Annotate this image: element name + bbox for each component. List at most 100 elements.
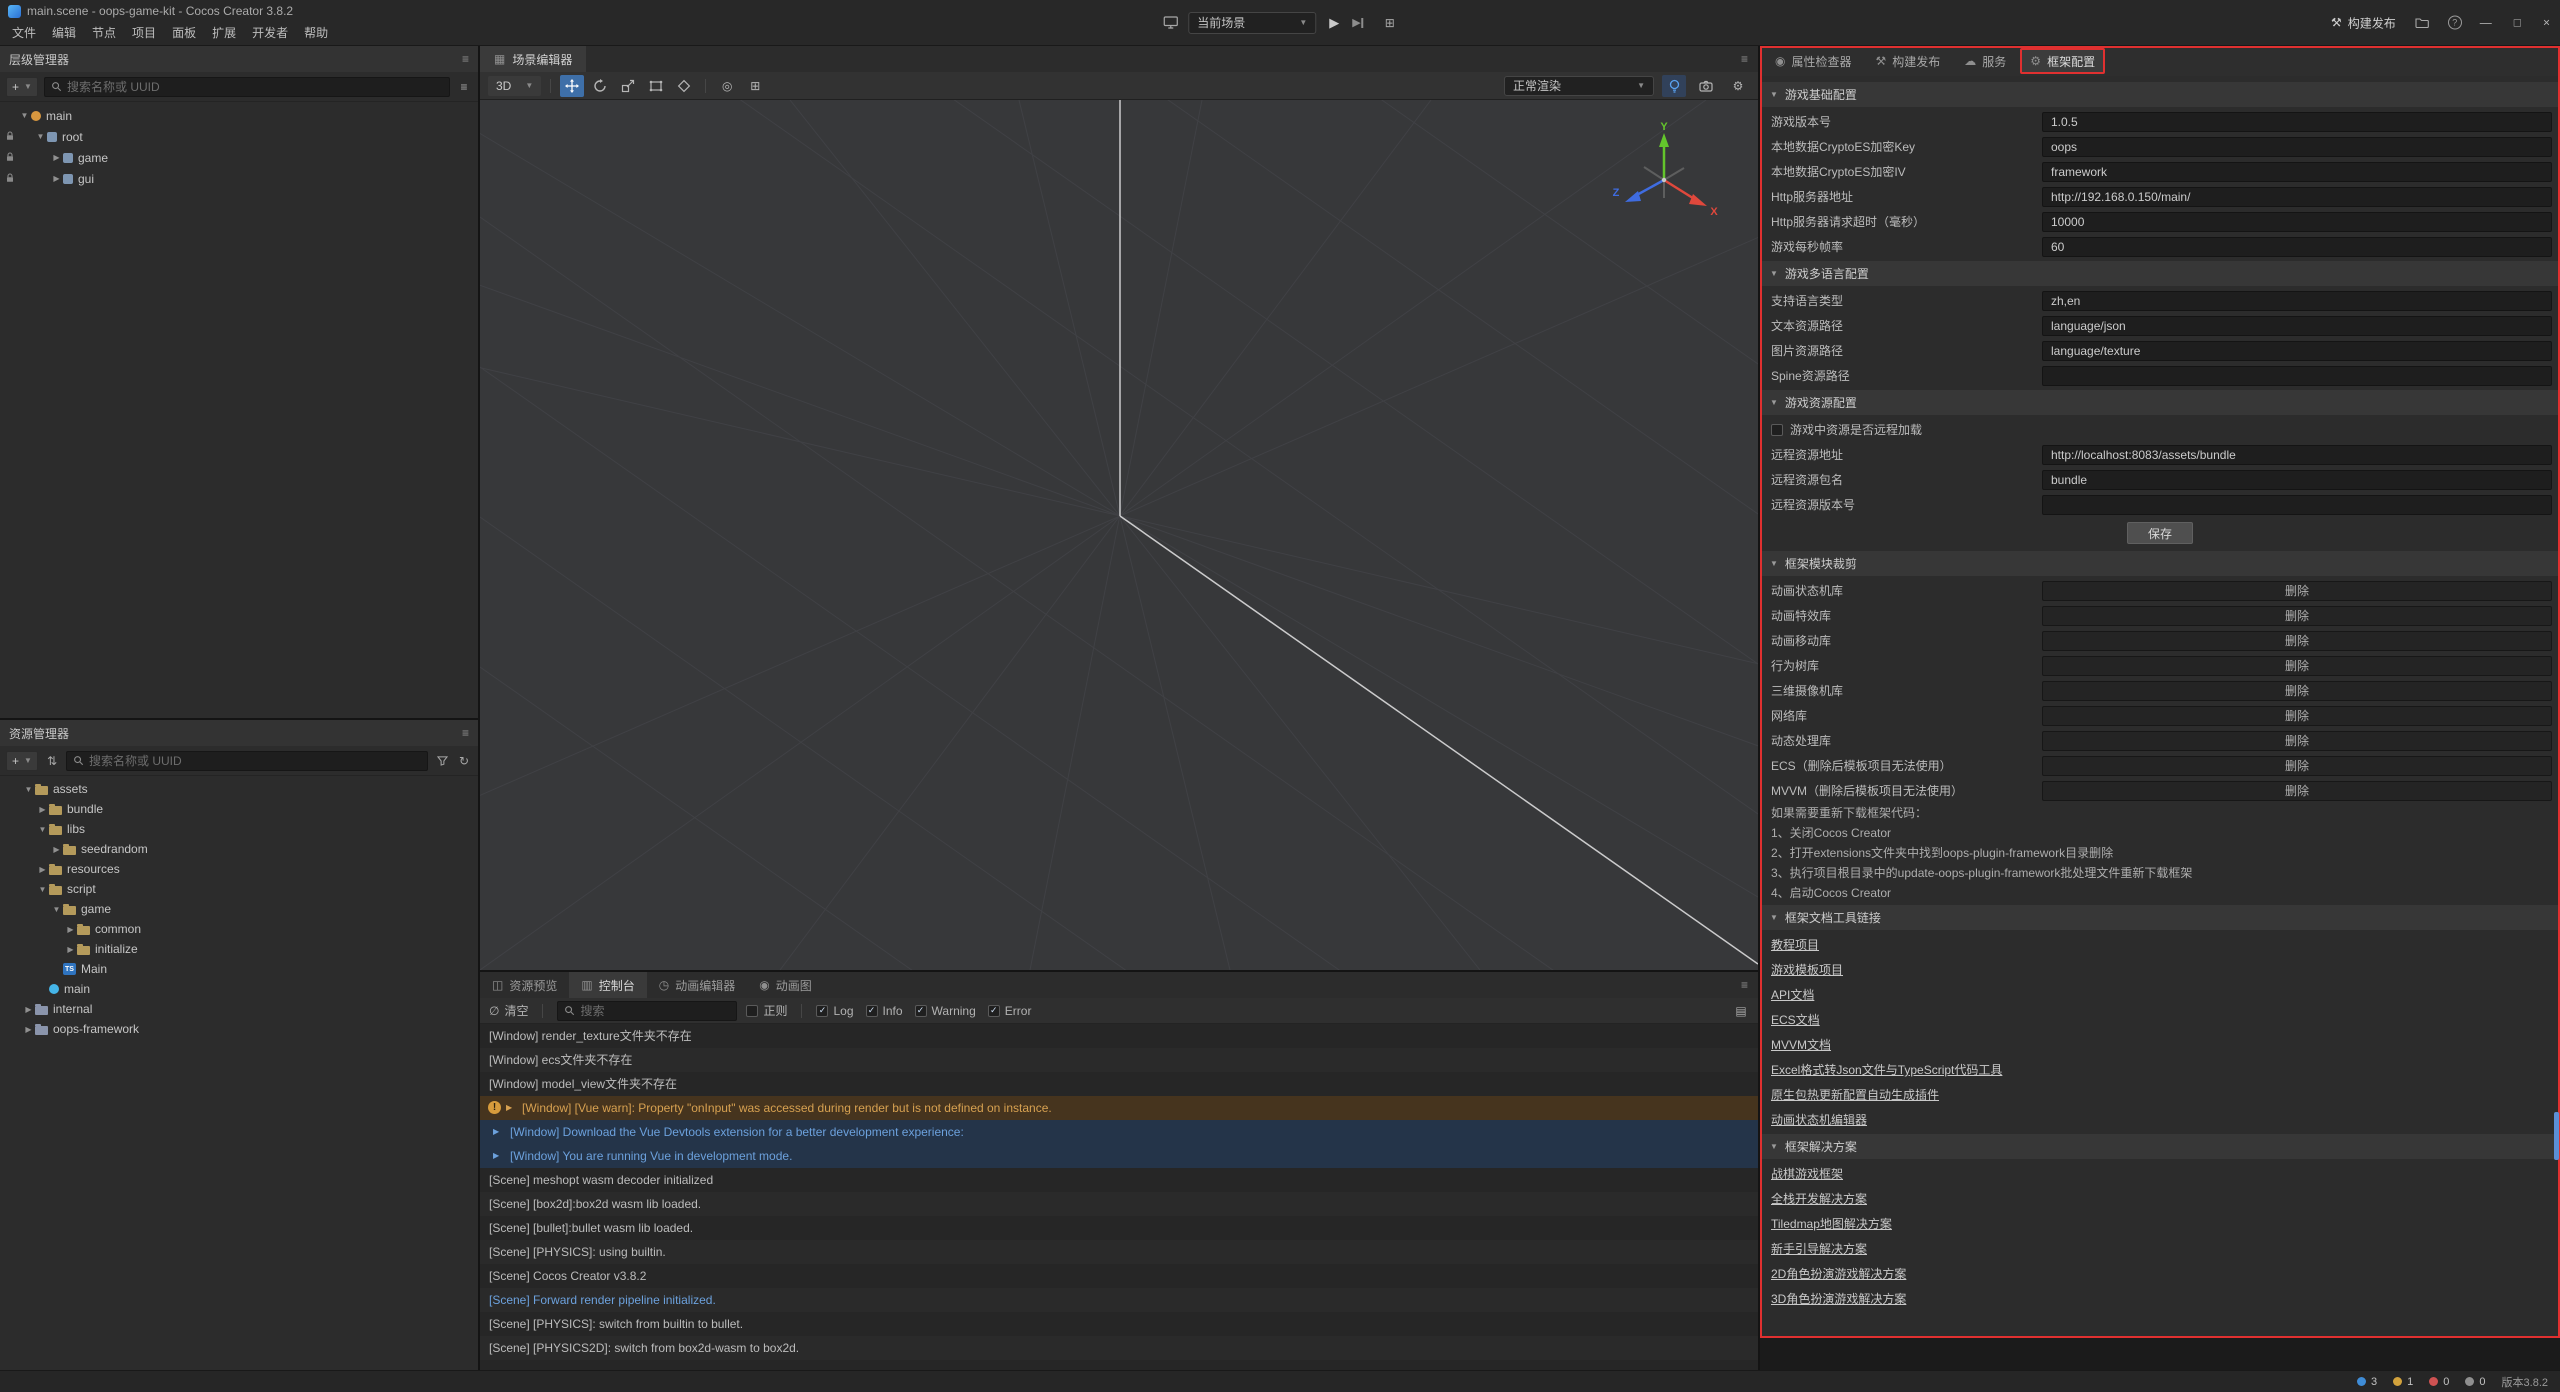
field-input[interactable]	[2042, 237, 2552, 257]
expand-arrow-icon[interactable]: ▼	[18, 111, 31, 120]
help-icon[interactable]: ?	[2448, 16, 2462, 30]
section-header-i18n[interactable]: ▼ 游戏多语言配置	[1760, 261, 2560, 286]
asset-node-resources[interactable]: ▶ resources	[0, 859, 478, 879]
asset-node-assets[interactable]: ▼ assets	[0, 779, 478, 799]
axis-gizmo[interactable]: Y X Z	[1604, 122, 1724, 232]
asset-node-internal[interactable]: ▶ internal	[0, 999, 478, 1019]
render-mode-select[interactable]: 正常渲染 ▼	[1504, 76, 1654, 96]
solution-link[interactable]: 战棋游戏框架	[1771, 1165, 1843, 1182]
log-row[interactable]: [Window] render_texture文件夹不存在	[480, 1024, 1758, 1048]
solution-link[interactable]: 全栈开发解决方案	[1771, 1190, 1867, 1207]
log-filter-toggle[interactable]: ✓ Log	[816, 1004, 853, 1018]
assets-search-input[interactable]	[89, 754, 421, 768]
sort-icon[interactable]: ⇅	[44, 754, 60, 768]
solution-link[interactable]: 2D角色扮演游戏解决方案	[1771, 1265, 1906, 1282]
menu-item[interactable]: 开发者	[244, 21, 296, 44]
hierarchy-filter-icon[interactable]: ≡	[456, 80, 472, 94]
log-row[interactable]: [Scene] [box2d]:box2d wasm lib loaded.	[480, 1192, 1758, 1216]
filter-checkbox[interactable]: ✓	[915, 1005, 927, 1017]
asset-node-main-ts[interactable]: TS Main	[0, 959, 478, 979]
minimize-button[interactable]: —	[2480, 16, 2492, 30]
delete-button[interactable]: 删除	[2042, 706, 2552, 726]
field-input[interactable]	[2042, 341, 2552, 361]
log-filter-toggle[interactable]: ✓ Warning	[915, 1004, 976, 1018]
expand-arrow-icon[interactable]: ▶	[50, 153, 63, 162]
field-input[interactable]	[2042, 212, 2552, 232]
scale-tool-icon[interactable]	[616, 75, 640, 97]
rotate-tool-icon[interactable]	[588, 75, 612, 97]
doc-link[interactable]: Excel格式转Json文件与TypeScript代码工具	[1771, 1061, 2002, 1078]
hierarchy-search-input[interactable]	[67, 80, 443, 94]
panel-menu-icon[interactable]: ≡	[462, 52, 469, 66]
chevron-right-icon[interactable]: ▶	[493, 1144, 499, 1168]
expand-arrow-icon[interactable]: ▶	[64, 925, 77, 934]
filter-funnel-icon[interactable]	[434, 755, 450, 766]
section-header-docs[interactable]: ▼ 框架文档工具链接	[1760, 905, 2560, 930]
menu-item[interactable]: 编辑	[44, 21, 84, 44]
delete-button[interactable]: 删除	[2042, 606, 2552, 626]
scene-viewport[interactable]: Y X Z	[480, 100, 1758, 970]
tab-console[interactable]: ▥控制台	[569, 972, 646, 998]
scrollbar-thumb[interactable]	[2554, 1112, 2559, 1160]
panel-menu-icon[interactable]: ≡	[1741, 52, 1748, 66]
tab-animation-graph[interactable]: ◉动画图	[747, 972, 824, 998]
gear-icon[interactable]: ⚙	[1726, 75, 1750, 97]
expand-arrow-icon[interactable]: ▶	[36, 805, 49, 814]
delete-button[interactable]: 删除	[2042, 631, 2552, 651]
section-header-solutions[interactable]: ▼ 框架解决方案	[1760, 1134, 2560, 1159]
menu-item[interactable]: 面板	[164, 21, 204, 44]
doc-link[interactable]: MVVM文档	[1771, 1036, 1831, 1053]
filter-checkbox[interactable]: ✓	[866, 1005, 878, 1017]
build-publish-button[interactable]: ⚒ 构建发布	[2331, 14, 2396, 31]
panel-menu-icon[interactable]: ≡	[1741, 978, 1748, 992]
asset-node-script[interactable]: ▼ script	[0, 879, 478, 899]
folder-icon[interactable]	[2414, 17, 2430, 29]
menu-item[interactable]: 帮助	[296, 21, 336, 44]
log-row-info[interactable]: [Scene] Forward render pipeline initiali…	[480, 1288, 1758, 1312]
doc-link[interactable]: 动画状态机编辑器	[1771, 1111, 1867, 1128]
asset-node-oops-framework[interactable]: ▶ oops-framework	[0, 1019, 478, 1039]
log-row[interactable]: [Scene] [bullet]:bullet wasm lib loaded.	[480, 1216, 1758, 1240]
log-row[interactable]: [Window] model_view文件夹不存在	[480, 1072, 1758, 1096]
warning-count-badge[interactable]: 1	[2393, 1376, 2413, 1388]
step-frame-button[interactable]: ▶	[1352, 16, 1363, 29]
clear-console-button[interactable]: ∅ 清空	[489, 1002, 528, 1019]
log-row[interactable]: [Scene] meshopt wasm decoder initialized	[480, 1168, 1758, 1192]
field-input[interactable]	[2042, 187, 2552, 207]
scene-light-icon[interactable]	[1662, 75, 1686, 97]
tree-node-root[interactable]: ▼ root	[0, 126, 478, 147]
tab-services[interactable]: ☁ 服务	[1954, 46, 2016, 76]
solution-link[interactable]: 新手引导解决方案	[1771, 1240, 1867, 1257]
delete-button[interactable]: 删除	[2042, 781, 2552, 801]
expand-arrow-icon[interactable]: ▼	[34, 132, 47, 141]
asset-node-libs[interactable]: ▼ libs	[0, 819, 478, 839]
expand-arrow-icon[interactable]: ▶	[22, 1005, 35, 1014]
expand-arrow-icon[interactable]: ▼	[36, 825, 49, 834]
tree-node-gui[interactable]: ▶ gui	[0, 168, 478, 189]
section-header-resources[interactable]: ▼ 游戏资源配置	[1760, 390, 2560, 415]
log-row-info[interactable]: ▶ [Window] Download the Vue Devtools ext…	[480, 1120, 1758, 1144]
asset-node-main-scene[interactable]: main	[0, 979, 478, 999]
rect-tool-icon[interactable]	[644, 75, 668, 97]
section-header-basic[interactable]: ▼ 游戏基础配置	[1760, 82, 2560, 107]
chevron-right-icon[interactable]: ▶	[493, 1120, 499, 1144]
field-input[interactable]	[2042, 112, 2552, 132]
expand-arrow-icon[interactable]: ▶	[64, 945, 77, 954]
panel-menu-icon[interactable]: ≡	[462, 726, 469, 740]
field-input[interactable]	[2042, 137, 2552, 157]
asset-node-common[interactable]: ▶ common	[0, 919, 478, 939]
menu-item[interactable]: 扩展	[204, 21, 244, 44]
delete-button[interactable]: 删除	[2042, 656, 2552, 676]
log-row-warning[interactable]: ! ▶ [Window] [Vue warn]: Property "onInp…	[480, 1096, 1758, 1120]
scene-select[interactable]: 当前场景 ▼	[1188, 12, 1316, 34]
doc-link[interactable]: 游戏模板项目	[1771, 961, 1843, 978]
menu-item[interactable]: 项目	[124, 21, 164, 44]
add-asset-button[interactable]: +▼	[6, 751, 38, 771]
export-log-icon[interactable]: ▤	[1733, 1004, 1749, 1018]
tab-framework-config[interactable]: ⚙ 框架配置	[2020, 48, 2105, 74]
log-row[interactable]: [Scene] [PHYSICS2D]: switch from box2d-w…	[480, 1336, 1758, 1360]
filter-checkbox[interactable]: ✓	[816, 1005, 828, 1017]
scene-editor-tab[interactable]: ▦ 场景编辑器	[480, 46, 586, 72]
move-tool-icon[interactable]	[560, 75, 584, 97]
lock-icon[interactable]	[5, 131, 15, 141]
